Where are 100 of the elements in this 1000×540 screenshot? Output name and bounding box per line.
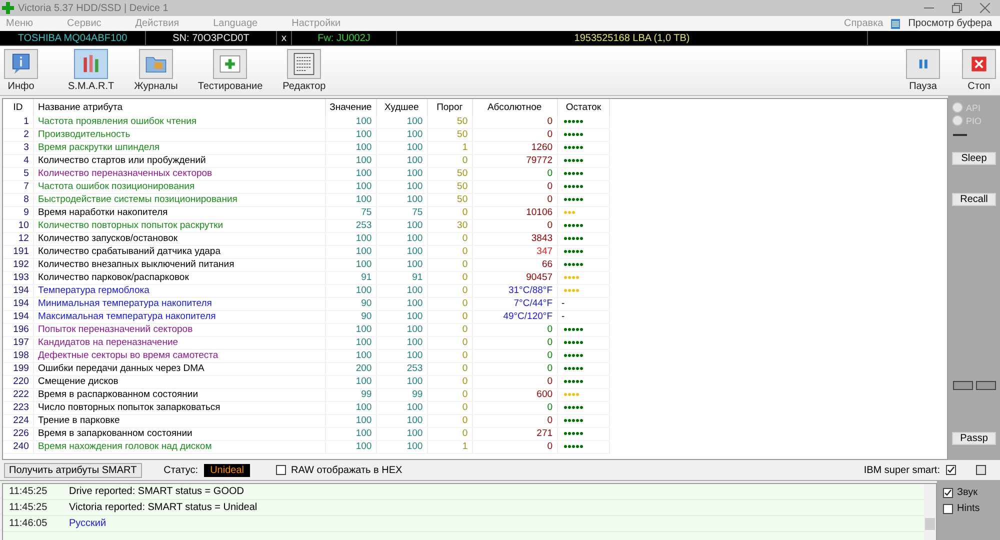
table-cell: 100 <box>376 284 428 298</box>
side-button[interactable]: Sleep <box>952 152 996 165</box>
status-label: Статус: <box>164 464 198 476</box>
attribute-name: Число повторных попыток запарковаться <box>33 402 326 414</box>
table-cell: 0 <box>427 298 472 310</box>
table-cell: 0 <box>472 440 558 454</box>
table-cell: 75 <box>376 206 428 220</box>
log-message: Русский <box>68 518 106 529</box>
table-cell: 0 <box>472 350 558 362</box>
table-cell: 100 <box>325 128 376 142</box>
table-cell: 100 <box>325 428 376 440</box>
table-cell: 200 <box>325 362 376 376</box>
table-cell: 100 <box>376 350 428 362</box>
attribute-name: Время в запаркованном состоянии <box>33 428 326 440</box>
column-header[interactable]: Значение <box>325 99 376 116</box>
attribute-name: Время раскрутки шпинделя <box>33 142 326 154</box>
checkbox[interactable] <box>946 465 956 475</box>
table-cell: 90457 <box>472 272 558 284</box>
table-cell: 0 <box>427 428 472 440</box>
close-drive-button[interactable]: x <box>282 32 286 44</box>
table-cell: 0 <box>427 284 472 298</box>
attribute-name: Кандидатов на переназначение <box>33 336 326 350</box>
table-cell: 222 <box>3 388 34 402</box>
firmware-version: Fw: JU002J <box>318 32 370 44</box>
table-cell: 2 <box>3 128 34 142</box>
table-cell: 100 <box>325 116 376 128</box>
table-cell: 9 <box>3 206 34 220</box>
get-smart-button[interactable]: Получить атрибуты SMART <box>4 462 142 478</box>
attribute-name: Частота проявления ошибок чтения <box>33 116 326 128</box>
attribute-name: Время в распаркованном состоянии <box>33 388 326 402</box>
table-cell: 100 <box>376 168 428 180</box>
table-cell: 193 <box>3 272 34 284</box>
checkbox[interactable] <box>943 504 953 514</box>
radio-button[interactable] <box>952 102 963 113</box>
status-badge: Unideal <box>204 464 250 476</box>
column-header[interactable]: Остаток <box>557 99 610 116</box>
small-button[interactable] <box>976 381 996 390</box>
log-message: Victoria reported: SMART status = Unideal <box>68 502 258 513</box>
window-title: Victoria 5.37 HDD/SSD | Device 1 <box>18 2 170 14</box>
column-header[interactable]: Порог <box>427 99 472 116</box>
table-cell: 10 <box>3 220 34 232</box>
checkbox[interactable] <box>943 488 953 498</box>
attribute-name: Ошибки передачи данных через DMA <box>33 362 326 376</box>
scrollbar[interactable] <box>924 484 936 540</box>
lba-capacity: 1953525168 LBA (1,0 TB) <box>574 32 690 44</box>
side-button[interactable]: Recall <box>952 193 996 206</box>
table-cell: 0 <box>472 116 558 128</box>
close-icon[interactable] <box>980 3 990 13</box>
table-cell: 0 <box>427 336 472 350</box>
table-cell: 0 <box>427 350 472 362</box>
app-logo-icon <box>2 2 14 14</box>
table-cell: 3843 <box>472 232 558 246</box>
checkbox[interactable] <box>276 465 286 475</box>
table-cell: 0 <box>472 414 558 428</box>
table-cell: 12 <box>3 232 34 246</box>
table-cell: 0 <box>427 206 472 220</box>
toolbar-tab[interactable]: Тестирование <box>198 49 263 92</box>
table-cell: 66 <box>472 258 558 272</box>
column-header[interactable]: ID <box>3 99 34 116</box>
column-header[interactable]: Абсолютное <box>472 99 558 116</box>
buffer-view-link[interactable]: Просмотр буфера <box>900 18 1000 29</box>
attribute-name: Количество парковок/распарковок <box>33 272 326 284</box>
attribute-name: Время наработки накопителя <box>33 206 326 220</box>
table-cell: 100 <box>376 258 428 272</box>
table-cell: 224 <box>3 414 34 428</box>
table-cell: 100 <box>376 440 428 454</box>
table-cell: 220 <box>3 376 34 388</box>
restore-icon[interactable] <box>952 3 962 13</box>
attribute-name: Температура гермоблока <box>33 284 326 298</box>
table-cell: 49°C/120°F <box>472 310 558 324</box>
small-button[interactable] <box>952 381 972 390</box>
attribute-name: Количество внезапных выключений питания <box>33 258 326 272</box>
table-cell: 191 <box>3 246 34 258</box>
attribute-name: Смещение дисков <box>33 376 326 388</box>
table-cell: 100 <box>376 298 428 310</box>
table-cell: 100 <box>325 142 376 154</box>
column-header[interactable]: Название атрибута <box>33 99 326 116</box>
table-cell: 100 <box>325 350 376 362</box>
table-cell: - <box>562 298 565 309</box>
table-cell: 1260 <box>472 142 558 154</box>
table-cell: 100 <box>325 194 376 206</box>
table-cell: 0 <box>472 336 558 350</box>
table-cell: 100 <box>376 180 428 194</box>
radio-button[interactable] <box>952 115 963 126</box>
table-cell: 194 <box>3 284 34 298</box>
attribute-name: Время нахождения головок над диском <box>33 440 326 454</box>
table-cell: 100 <box>376 428 428 440</box>
checkbox-label: Звук <box>957 487 978 498</box>
side-button[interactable]: Passp <box>952 432 996 445</box>
table-cell: 226 <box>3 428 34 440</box>
table-cell: 253 <box>376 362 428 376</box>
attribute-name: Быстродействие системы позиционирования <box>33 194 326 206</box>
table-cell: 100 <box>325 324 376 336</box>
checkbox-label: Hints <box>957 503 980 514</box>
table-cell: 90 <box>325 298 376 310</box>
column-header[interactable]: Худшее <box>376 99 428 116</box>
table-cell: 50 <box>427 168 472 180</box>
table-cell: 199 <box>3 362 34 376</box>
checkbox[interactable] <box>976 465 986 475</box>
table-cell: 100 <box>325 154 376 168</box>
